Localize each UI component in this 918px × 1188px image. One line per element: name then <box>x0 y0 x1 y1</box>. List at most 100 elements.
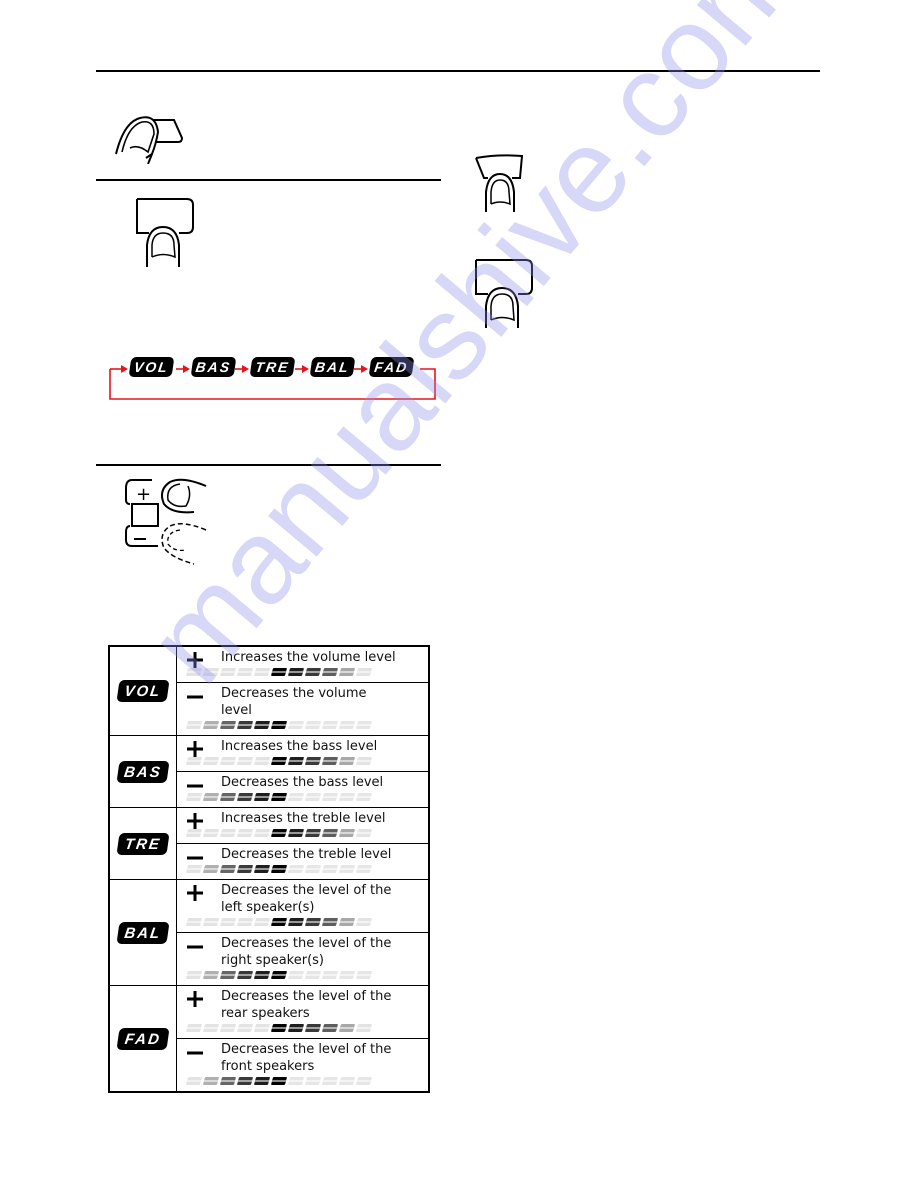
level-segment <box>287 1077 305 1085</box>
plus-description: Decreases the level of the left speaker(… <box>221 883 392 915</box>
minus-cell-fad: Decreases the level of the front speaker… <box>176 1038 430 1093</box>
level-segment <box>202 865 220 873</box>
level-segment <box>270 757 288 765</box>
minus-icon <box>186 848 204 866</box>
level-segment <box>355 1077 373 1085</box>
level-segment <box>185 793 203 801</box>
minus-cell-tre: Decreases the treble level <box>176 843 430 880</box>
table-row-fad-plus: FAD Decreases the level of the rear speak… <box>108 985 430 1093</box>
level-segment <box>253 1024 271 1032</box>
level-segment <box>321 1077 339 1085</box>
level-segment <box>355 793 373 801</box>
level-segment <box>202 757 220 765</box>
plus-cell-bal: Decreases the level of the left speaker(… <box>176 879 430 933</box>
level-meter-increase <box>185 1024 428 1033</box>
finger-press-tilted-up-button-icon <box>474 152 530 214</box>
level-segment <box>236 971 254 979</box>
minus-icon <box>186 776 204 794</box>
table-row-tre-plus: TRE Increases the treble level <box>108 807 430 880</box>
mode-badge-bal: BAL <box>309 357 356 377</box>
level-segment <box>338 1024 356 1032</box>
minus-description: Decreases the volume level <box>221 686 367 718</box>
level-segment <box>321 1024 339 1032</box>
level-segment <box>287 971 305 979</box>
table-row-bas-plus: BAS Increases the bass level <box>108 735 430 808</box>
mode-cell-bas: BAS <box>108 735 177 808</box>
level-segment <box>338 793 356 801</box>
mode-cell-tre: TRE <box>108 807 177 880</box>
level-segment <box>287 918 305 926</box>
plus-cell-fad: Decreases the level of the rear speakers <box>176 985 430 1039</box>
level-segment <box>219 829 237 837</box>
level-segment <box>321 865 339 873</box>
level-segment <box>338 918 356 926</box>
plus-cell-vol: Increases the volume level <box>176 645 430 683</box>
level-segment <box>253 1077 271 1085</box>
level-segment <box>219 1077 237 1085</box>
level-segment <box>338 1077 356 1085</box>
level-segment <box>202 721 220 729</box>
level-segment <box>355 971 373 979</box>
level-segment <box>270 829 288 837</box>
plus-icon <box>186 651 204 669</box>
level-meter-decrease <box>185 721 428 730</box>
level-segment <box>321 757 339 765</box>
level-meter-decrease <box>185 971 428 980</box>
level-segment <box>253 971 271 979</box>
table-row-bal-plus: BAL Decreases the level of the left speak… <box>108 879 430 986</box>
level-segment <box>202 829 220 837</box>
level-meter-increase <box>185 757 428 766</box>
finger-press-mode-button-icon <box>135 197 197 269</box>
plus-minus-control-icon: + <box>122 474 212 570</box>
level-segment <box>270 1077 288 1085</box>
level-segment <box>236 829 254 837</box>
header-rule <box>96 70 820 72</box>
plus-cell-bas: Increases the bass level <box>176 735 430 772</box>
plus-icon <box>186 740 204 758</box>
level-segment <box>355 918 373 926</box>
section-divider-1 <box>96 179 441 181</box>
mode-badge-vol: VOL <box>128 357 175 377</box>
finger-press-rect-button-icon <box>474 258 536 330</box>
level-segment <box>338 829 356 837</box>
level-segment <box>202 1077 220 1085</box>
level-segment <box>185 668 203 676</box>
level-segment <box>355 829 373 837</box>
level-segment <box>304 1024 322 1032</box>
level-segment <box>253 757 271 765</box>
level-segment <box>338 668 356 676</box>
level-segment <box>270 918 288 926</box>
level-segment <box>236 721 254 729</box>
level-meter-decrease <box>185 865 428 874</box>
plus-icon <box>186 990 204 1008</box>
level-segment <box>219 721 237 729</box>
level-segment <box>270 721 288 729</box>
level-segment <box>236 668 254 676</box>
plus-icon <box>186 812 204 830</box>
level-segment <box>355 865 373 873</box>
level-segment <box>236 757 254 765</box>
level-segment <box>338 971 356 979</box>
level-segment <box>270 668 288 676</box>
level-segment <box>236 918 254 926</box>
level-meter-increase <box>185 918 428 927</box>
sound-adjustment-table: VOL Increases the volume level Decreases t… <box>108 645 430 1093</box>
minus-description: Decreases the level of the front speaker… <box>221 1042 392 1074</box>
level-meter-decrease <box>185 1077 428 1086</box>
level-segment <box>321 668 339 676</box>
level-segment <box>304 971 322 979</box>
level-segment <box>253 793 271 801</box>
level-segment <box>304 721 322 729</box>
level-segment <box>219 668 237 676</box>
level-segment <box>219 918 237 926</box>
plus-icon <box>186 884 204 902</box>
plus-description: Decreases the level of the rear speakers <box>221 989 392 1021</box>
minus-cell-vol: Decreases the volume level <box>176 682 430 736</box>
minus-icon <box>186 1043 204 1061</box>
level-segment <box>321 971 339 979</box>
level-segment <box>355 668 373 676</box>
level-segment <box>321 829 339 837</box>
level-segment <box>219 865 237 873</box>
level-segment <box>253 829 271 837</box>
level-segment <box>236 865 254 873</box>
